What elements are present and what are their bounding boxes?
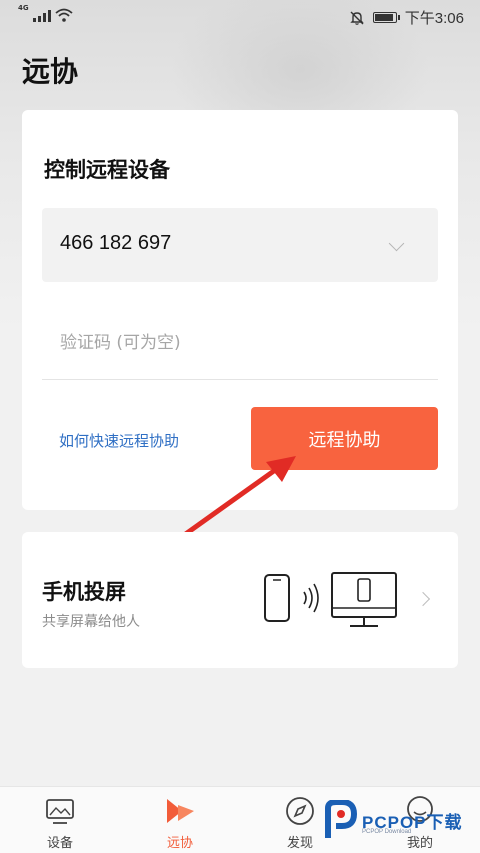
device-screen-icon bbox=[46, 799, 74, 824]
screen-cast-title: 手机投屏 bbox=[42, 580, 126, 604]
pcpop-logo-icon bbox=[325, 800, 358, 838]
status-time: 下午3:06 bbox=[404, 10, 464, 27]
control-remote-title: 控制远程设备 bbox=[44, 158, 170, 182]
nav-item-devices[interactable]: 设备 bbox=[20, 787, 100, 853]
wifi-icon bbox=[55, 8, 73, 22]
status-left: 4G bbox=[18, 4, 73, 22]
signal-icon bbox=[32, 10, 51, 22]
phone-to-monitor-icon bbox=[264, 572, 397, 627]
watermark-sub: PCPOP Download bbox=[362, 829, 412, 835]
device-id-select[interactable]: 466 182 697 bbox=[42, 208, 438, 282]
verification-code-input[interactable] bbox=[42, 306, 438, 380]
screen-cast-subtitle: 共享屏幕给他人 bbox=[42, 614, 140, 630]
watermark: PCPOP下载 PCPOP Download bbox=[322, 798, 472, 844]
nav-label-devices: 设备 bbox=[46, 836, 73, 851]
screen-cast-card[interactable]: 手机投屏 共享屏幕给他人 bbox=[22, 532, 458, 668]
nav-item-remote-assist[interactable]: 远协 bbox=[140, 787, 220, 853]
compass-icon bbox=[286, 797, 314, 825]
mute-bell-icon bbox=[350, 11, 364, 25]
status-bar: 4G 下午3:06 bbox=[0, 0, 480, 34]
device-id-value: 466 182 697 bbox=[60, 232, 172, 254]
page-title: 远协 bbox=[22, 55, 79, 88]
network-type: 4G bbox=[18, 4, 29, 12]
chevron-down-icon[interactable] bbox=[388, 235, 405, 252]
nav-label-remote-assist: 远协 bbox=[166, 836, 193, 851]
status-right: 下午3:06 bbox=[349, 7, 464, 28]
chevron-right-icon[interactable] bbox=[415, 591, 431, 607]
remote-assist-icon bbox=[167, 799, 194, 823]
battery-icon bbox=[372, 12, 400, 23]
how-to-assist-link[interactable]: 如何快速远程协助 bbox=[59, 430, 179, 451]
